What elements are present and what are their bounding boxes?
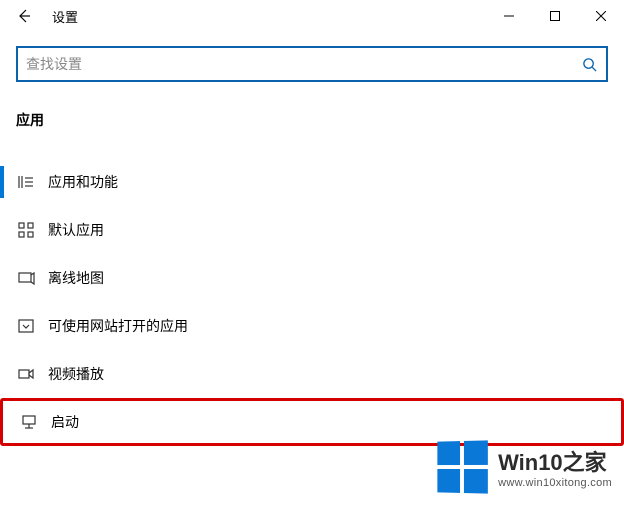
- back-button[interactable]: [8, 0, 40, 32]
- video-playback-icon: [16, 364, 36, 384]
- section-header: 应用: [0, 82, 624, 140]
- maximize-button[interactable]: [532, 0, 578, 32]
- search-box[interactable]: [16, 46, 608, 82]
- nav-label: 可使用网站打开的应用: [48, 316, 188, 336]
- startup-icon: [19, 412, 39, 432]
- watermark-text: Win10之家 www.win10xitong.com: [498, 445, 612, 489]
- search-icon: [580, 55, 598, 73]
- watermark-url: www.win10xitong.com: [498, 477, 612, 489]
- nav-item-default-apps[interactable]: 默认应用: [0, 206, 624, 254]
- default-apps-icon: [16, 220, 36, 240]
- close-button[interactable]: [578, 0, 624, 32]
- close-icon: [596, 11, 606, 21]
- nav-item-video-playback[interactable]: 视频播放: [0, 350, 624, 398]
- nav-item-offline-maps[interactable]: 离线地图: [0, 254, 624, 302]
- window-title: 设置: [52, 7, 78, 26]
- nav-label: 应用和功能: [48, 172, 118, 192]
- offline-maps-icon: [16, 268, 36, 288]
- minimize-icon: [504, 11, 514, 21]
- back-arrow-icon: [16, 8, 32, 24]
- nav-list: 应用和功能 默认应用 离线地图 可使用网站打开的应用: [0, 140, 624, 446]
- nav-item-startup[interactable]: 启动: [0, 398, 624, 446]
- nav-item-apps-and-features[interactable]: 应用和功能: [0, 158, 624, 206]
- apps-for-websites-icon: [16, 316, 36, 336]
- nav-label: 离线地图: [48, 268, 104, 288]
- watermark-title: Win10之家: [498, 445, 612, 477]
- windows-logo-icon: [437, 440, 487, 493]
- watermark: Win10之家 www.win10xitong.com: [436, 441, 612, 493]
- search-input[interactable]: [26, 56, 580, 72]
- apps-features-icon: [16, 172, 36, 192]
- maximize-icon: [550, 11, 560, 21]
- title-bar: 设置: [0, 0, 624, 32]
- nav-label: 默认应用: [48, 220, 104, 240]
- window-controls: [486, 0, 624, 32]
- minimize-button[interactable]: [486, 0, 532, 32]
- search-container: [0, 32, 624, 82]
- nav-item-apps-for-websites[interactable]: 可使用网站打开的应用: [0, 302, 624, 350]
- nav-label: 视频播放: [48, 364, 104, 384]
- nav-label: 启动: [51, 412, 79, 432]
